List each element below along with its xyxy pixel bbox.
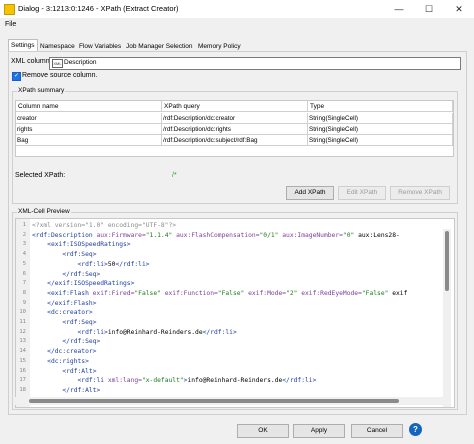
apply-button[interactable]: Apply — [293, 424, 345, 438]
code-line: <rdf:Alt> — [62, 367, 97, 375]
code-line: <exif:Flash exif:Fired="False" exif:Func… — [47, 289, 408, 297]
line-number: 6 — [22, 270, 26, 277]
cancel-button[interactable]: Cancel — [351, 424, 403, 438]
line-number: 7 — [22, 280, 26, 287]
help-icon[interactable]: ? — [409, 423, 422, 436]
remove-source-label: Remove source column. — [22, 72, 98, 79]
line-number: 11 — [19, 319, 26, 325]
column-header-type[interactable]: Type — [308, 101, 453, 112]
code-line: <dc:creator> — [47, 309, 93, 317]
line-number: 5 — [22, 260, 26, 267]
line-number: 10 — [19, 309, 26, 316]
line-number: 15 — [19, 357, 26, 364]
vertical-scroll-thumb[interactable] — [445, 231, 449, 291]
code-line: <dc:rights> — [47, 357, 89, 365]
xpath-table: Column name XPath query Type creator /rd… — [15, 100, 454, 157]
xml-preview-editor[interactable]: 1 <?xml version="1.0" encoding="UTF-8"?> 2… — [15, 218, 455, 408]
xml-column-label: XML column: — [11, 58, 52, 65]
vertical-scrollbar[interactable] — [443, 229, 451, 407]
remove-source-checkbox[interactable]: ✓ — [12, 72, 21, 81]
selected-xpath-value: /* — [172, 172, 177, 179]
cell-type: String(SingleCell) — [308, 135, 453, 146]
xpath-summary-title: XPath summary — [17, 87, 66, 94]
cell-xpath-query: /rdf:Description/dc:rights — [162, 124, 308, 135]
line-number: 13 — [19, 338, 26, 345]
line-number: 4 — [22, 251, 26, 258]
code-line: <rdf:Description aux:Firmware="1.1.4" au… — [32, 231, 400, 239]
xml-type-icon: XML — [52, 59, 63, 68]
app-icon — [4, 4, 15, 15]
window-title: Dialog - 3:1213:0:1246 - XPath (Extract … — [18, 4, 179, 13]
line-number: 1 — [22, 222, 26, 228]
close-button[interactable]: ✕ — [444, 0, 474, 18]
cell-type: String(SingleCell) — [308, 124, 453, 135]
remove-xpath-button[interactable]: Remove XPath — [390, 186, 450, 200]
code-line: <rdf:Seq> — [62, 319, 97, 326]
code-line: </rdf:Seq> — [62, 270, 101, 278]
line-number: 16 — [19, 367, 26, 374]
code-line: <rdf:Seq> — [62, 251, 97, 259]
code-line: <rdf:li>info@Reinhard-Reinders.de</rdf:l… — [77, 328, 237, 336]
code-line: </dc:creator> — [47, 348, 97, 356]
line-number: 3 — [22, 241, 26, 248]
line-number: 17 — [19, 377, 26, 384]
code-line: <rdf:li>50</rdf:li> — [77, 260, 150, 268]
line-number: 12 — [19, 328, 26, 335]
cell-column-name: creator — [16, 113, 162, 124]
line-number: 8 — [22, 289, 26, 296]
code-line: </rdf:Seq> — [62, 338, 101, 346]
xml-column-select[interactable]: XML Description — [49, 57, 461, 70]
maximize-button[interactable]: ☐ — [414, 0, 444, 18]
code-line: <rdf:li xml:lang="x-default">info@Reinha… — [77, 377, 317, 385]
menu-file[interactable]: File — [5, 21, 16, 28]
code-line: <?xml version="1.0" encoding="UTF-8"?> — [32, 222, 177, 229]
code-line: </rdf:Alt> — [62, 386, 101, 394]
cell-column-name: rights — [16, 124, 162, 135]
table-row[interactable]: Bag /rdf:Description/dc:subject/rdf:Bag … — [16, 135, 453, 146]
code-line: <exif:ISOSpeedRatings> — [47, 241, 131, 249]
selected-xpath-label: Selected XPath: — [15, 172, 66, 179]
xml-preview-title: XML-Cell Preview — [17, 208, 71, 215]
horizontal-scrollbar[interactable] — [15, 397, 443, 405]
line-number: 18 — [19, 386, 26, 393]
add-xpath-button[interactable]: Add XPath — [286, 186, 334, 200]
edit-xpath-button[interactable]: Edit XPath — [338, 186, 386, 200]
horizontal-scroll-thumb[interactable] — [29, 399, 399, 403]
line-number: 14 — [19, 348, 26, 355]
minimize-button[interactable]: — — [384, 0, 414, 18]
code-line: </exif:ISOSpeedRatings> — [47, 280, 135, 288]
cell-xpath-query: /rdf:Description/dc:creator — [162, 113, 308, 124]
cell-xpath-query: /rdf:Description/dc:subject/rdf:Bag — [162, 135, 308, 146]
table-row[interactable]: creator /rdf:Description/dc:creator Stri… — [16, 113, 453, 124]
column-header-name[interactable]: Column name — [16, 101, 162, 112]
cell-type: String(SingleCell) — [308, 113, 453, 124]
menu-bar — [0, 18, 474, 32]
cell-column-name: Bag — [16, 135, 162, 146]
line-number: 2 — [22, 231, 26, 238]
code-line: </exif:Flash> — [47, 299, 97, 307]
table-row[interactable]: rights /rdf:Description/dc:rights String… — [16, 124, 453, 135]
xml-column-value: Description — [64, 59, 97, 66]
ok-button[interactable]: OK — [237, 424, 289, 438]
column-header-xpath[interactable]: XPath query — [162, 101, 308, 112]
line-number: 9 — [22, 299, 26, 306]
